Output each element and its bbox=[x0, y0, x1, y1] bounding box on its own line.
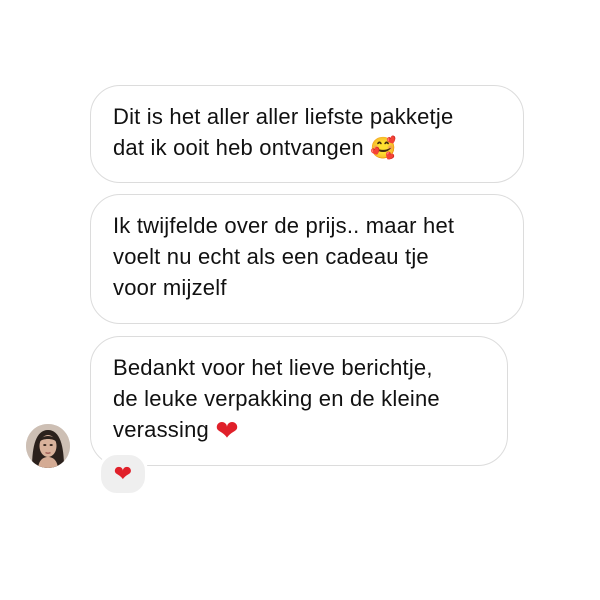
message-2-line-3: voor mijzelf bbox=[113, 275, 227, 300]
message-bubble-3[interactable]: Bedankt voor het lieve berichtje, de leu… bbox=[90, 336, 508, 466]
heart-reaction[interactable]: ❤ bbox=[98, 452, 148, 496]
avatar-photo-icon bbox=[26, 424, 70, 468]
message-3-line-2: de leuke verpakking en de kleine bbox=[113, 386, 440, 411]
avatar[interactable] bbox=[26, 424, 70, 468]
message-1-line-1: Dit is het aller aller liefste pakketje bbox=[113, 104, 454, 129]
message-3-line-3: verassing bbox=[113, 417, 209, 442]
message-3-line-3-wrap: verassing ❤ bbox=[113, 414, 485, 446]
heart-icon: ❤ bbox=[113, 461, 133, 486]
message-2-line-2: voelt nu echt als een cadeau tje bbox=[113, 244, 429, 269]
message-1-line-2-wrap: dat ik ooit heb ontvangen 🥰 bbox=[113, 132, 501, 164]
red-heart-emoji-icon: ❤ bbox=[215, 415, 239, 446]
message-bubble-1[interactable]: Dit is het aller aller liefste pakketje … bbox=[90, 85, 524, 183]
message-bubble-2[interactable]: Ik twijfelde over de prijs.. maar het vo… bbox=[90, 194, 524, 324]
message-1-line-2: dat ik ooit heb ontvangen bbox=[113, 135, 364, 160]
message-2-line-1: Ik twijfelde over de prijs.. maar het bbox=[113, 213, 455, 238]
smiling-hearts-emoji-icon: 🥰 bbox=[370, 137, 397, 160]
message-3-line-1: Bedankt voor het lieve berichtje, bbox=[113, 355, 433, 380]
